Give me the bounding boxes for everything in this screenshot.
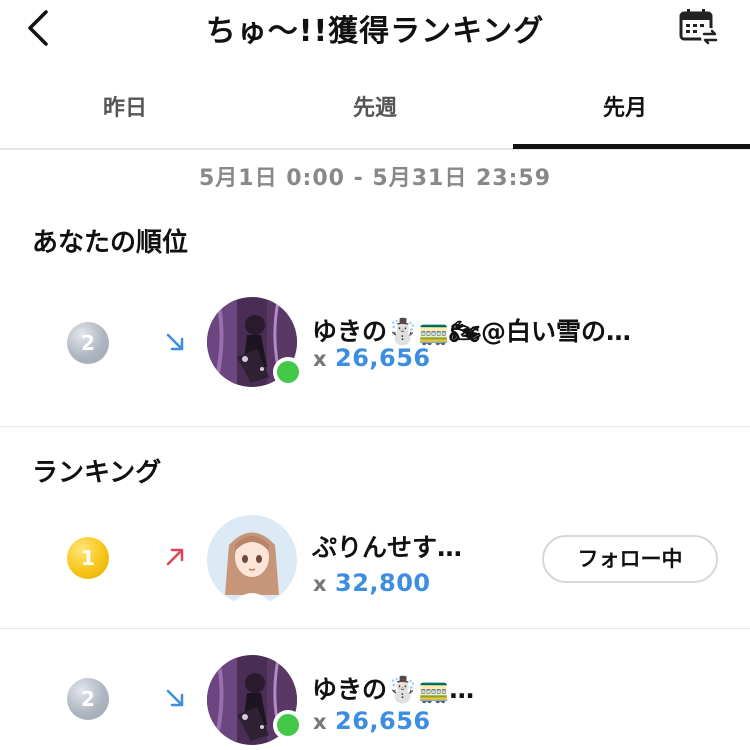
avatar[interactable] bbox=[207, 515, 297, 605]
my-rank-row[interactable]: 2 ゆきの☃️🚃🏍@白い雪の… x 26,656 bbox=[0, 272, 750, 412]
count-prefix: x bbox=[313, 572, 327, 596]
ranking-title: ランキング bbox=[32, 458, 162, 488]
user-name: ぷりんせす… bbox=[312, 533, 463, 562]
count-prefix: x bbox=[313, 347, 327, 371]
row-divider bbox=[0, 628, 750, 629]
ranking-row[interactable]: 2 ゆきの☃️🚃… x 26,656 bbox=[0, 630, 750, 750]
user-name: ゆきの☃️🚃… bbox=[312, 675, 475, 704]
count-prefix: x bbox=[313, 710, 327, 734]
tab-last-week[interactable]: 先週 bbox=[250, 78, 500, 148]
tab-yesterday[interactable]: 昨日 bbox=[0, 78, 250, 148]
user-name: ゆきの☃️🚃🏍@白い雪の… bbox=[312, 317, 631, 346]
ranking-screen: ちゅ～!!獲得ランキング 昨日 先週 先月 5月1日 0:00 - 5月31日 … bbox=[0, 0, 750, 750]
online-status-dot bbox=[273, 357, 303, 387]
active-tab-indicator bbox=[513, 144, 750, 149]
tab-last-month[interactable]: 先月 bbox=[500, 78, 750, 148]
trend-up-icon bbox=[166, 548, 184, 566]
calendar-button[interactable] bbox=[678, 8, 720, 48]
header: ちゅ～!!獲得ランキング bbox=[0, 0, 750, 56]
ranking-row[interactable]: 1 ぷりんせす… x 32,800 フォロー中 bbox=[0, 490, 750, 630]
section-divider bbox=[0, 426, 750, 427]
calendar-swap-icon bbox=[679, 9, 719, 46]
trend-down-icon bbox=[166, 333, 184, 351]
date-range: 5月1日 0:00 - 5月31日 23:59 bbox=[198, 166, 552, 191]
period-tabs: 昨日 先週 先月 bbox=[0, 78, 750, 150]
chu-count: 32,800 bbox=[335, 569, 431, 597]
rank-badge: 2 bbox=[67, 678, 109, 720]
user-avatar-image bbox=[207, 515, 297, 605]
trend-down-icon bbox=[166, 689, 184, 707]
rank-badge: 1 bbox=[67, 537, 109, 579]
chu-count: 26,656 bbox=[335, 707, 431, 735]
chu-count: 26,656 bbox=[335, 344, 431, 372]
my-rank-title: あなたの順位 bbox=[32, 228, 189, 258]
online-status-dot bbox=[273, 710, 303, 740]
following-button[interactable]: フォロー中 bbox=[542, 535, 718, 583]
rank-badge: 2 bbox=[67, 322, 109, 364]
page-title: ちゅ～!!獲得ランキング bbox=[205, 14, 545, 49]
